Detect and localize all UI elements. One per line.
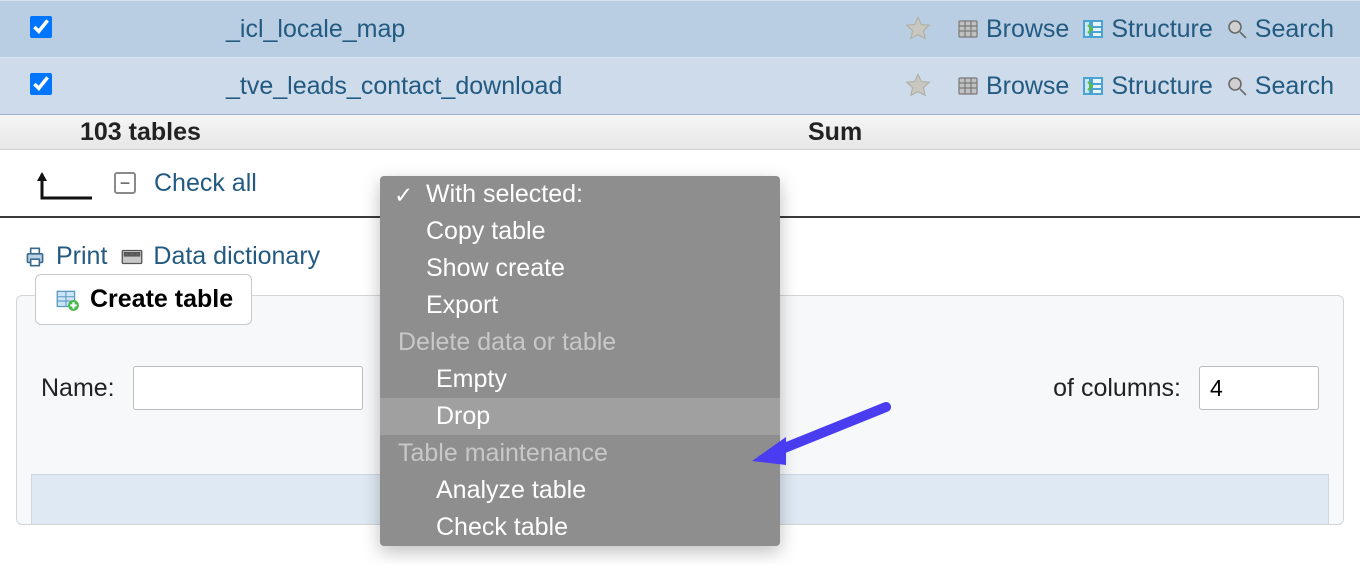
table-name-link[interactable]: _icl_locale_map — [226, 15, 904, 44]
table-row[interactable]: _tve_leads_contact_download Browse Struc… — [0, 57, 1360, 114]
browse-label: Browse — [986, 15, 1069, 44]
row-actions: Browse Structure Search — [904, 72, 1360, 101]
row-actions: Browse Structure Search — [904, 15, 1360, 44]
check-all-link[interactable]: Check all — [154, 169, 257, 198]
create-table-button[interactable]: Create table — [35, 274, 252, 325]
browse-action[interactable]: Browse — [956, 15, 1069, 44]
dropdown-option-label: Empty — [436, 365, 507, 393]
columns-label: of columns: — [1053, 374, 1181, 403]
search-icon — [1225, 17, 1249, 41]
dropdown-option-show-create[interactable]: Show create — [380, 250, 780, 287]
structure-label: Structure — [1111, 15, 1212, 44]
sum-label: Sum — [808, 118, 1360, 147]
table-name-input[interactable] — [133, 366, 363, 410]
search-action[interactable]: Search — [1225, 15, 1334, 44]
star-icon[interactable] — [904, 15, 932, 43]
check-icon: ✓ — [394, 182, 413, 209]
structure-label: Structure — [1111, 72, 1212, 101]
dropdown-option-label: Drop — [436, 402, 490, 430]
structure-icon — [1081, 17, 1105, 41]
dropdown-option-label: Analyze table — [436, 476, 586, 504]
table-grid-icon — [956, 74, 980, 98]
dropdown-group-maintenance: Table maintenance — [380, 435, 780, 472]
name-label: Name: — [41, 374, 115, 403]
dropdown-option-check[interactable]: Check table — [380, 509, 780, 546]
dropdown-option-label: Export — [426, 291, 498, 319]
search-icon — [1225, 74, 1249, 98]
data-dictionary-link[interactable]: Data dictionary — [119, 242, 320, 271]
with-selected-dropdown[interactable]: ✓ With selected: Copy table Show create … — [380, 176, 780, 546]
row-checkbox[interactable] — [30, 73, 56, 99]
dropdown-option-analyze[interactable]: Analyze table — [380, 472, 780, 509]
summary-row: 103 tables Sum — [0, 115, 1360, 150]
print-link[interactable]: Print — [22, 242, 107, 271]
star-icon[interactable] — [904, 72, 932, 100]
dropdown-option-label: Copy table — [426, 217, 546, 245]
select-arrow-icon — [36, 168, 96, 198]
print-label: Print — [56, 242, 107, 271]
data-dictionary-label: Data dictionary — [153, 242, 320, 271]
table-grid-icon — [956, 17, 980, 41]
dropdown-option-empty[interactable]: Empty — [380, 361, 780, 398]
columns-count-input[interactable] — [1199, 366, 1319, 410]
browse-label: Browse — [986, 72, 1069, 101]
structure-icon — [1081, 74, 1105, 98]
create-table-icon — [54, 287, 80, 313]
check-all-checkbox[interactable]: − — [114, 172, 136, 194]
table-list: _icl_locale_map Browse Structure — [0, 0, 1360, 115]
print-icon — [22, 244, 48, 270]
row-checkbox[interactable] — [30, 16, 56, 42]
dropdown-option-selected[interactable]: ✓ With selected: — [380, 176, 780, 213]
structure-action[interactable]: Structure — [1081, 72, 1212, 101]
table-name-link[interactable]: _tve_leads_contact_download — [226, 72, 904, 101]
dropdown-option-label: Check table — [436, 513, 568, 541]
dropdown-option-drop[interactable]: Drop — [380, 398, 780, 435]
data-dictionary-icon — [119, 244, 145, 270]
dropdown-option-label: With selected: — [426, 180, 583, 208]
search-label: Search — [1255, 72, 1334, 101]
browse-action[interactable]: Browse — [956, 72, 1069, 101]
dropdown-option-copy[interactable]: Copy table — [380, 213, 780, 250]
create-table-label: Create table — [90, 285, 233, 314]
dropdown-option-label: Show create — [426, 254, 565, 282]
search-label: Search — [1255, 15, 1334, 44]
tables-count: 103 tables — [0, 118, 201, 147]
dropdown-option-export[interactable]: Export — [380, 287, 780, 324]
table-row[interactable]: _icl_locale_map Browse Structure — [0, 0, 1360, 57]
structure-action[interactable]: Structure — [1081, 15, 1212, 44]
dropdown-group-delete: Delete data or table — [380, 324, 780, 361]
search-action[interactable]: Search — [1225, 72, 1334, 101]
